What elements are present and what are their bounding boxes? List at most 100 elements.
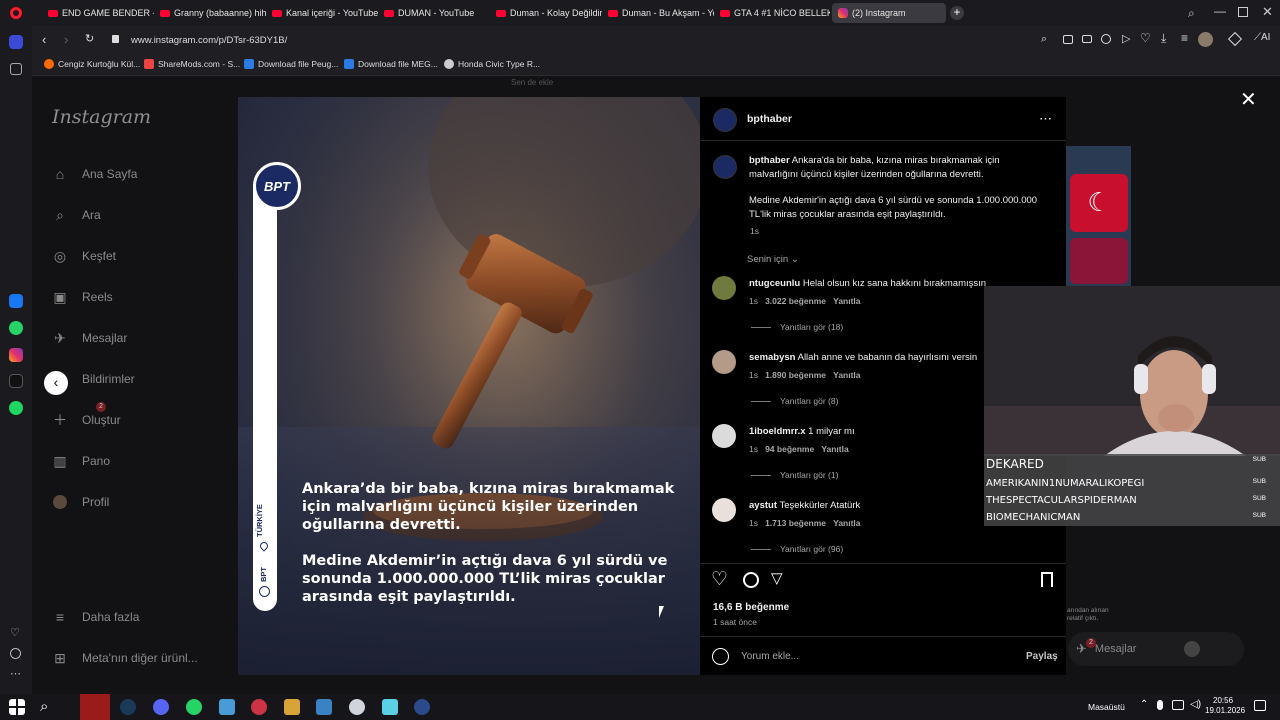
discord-icon[interactable] (153, 699, 169, 715)
new-tab-button[interactable]: + (950, 6, 964, 20)
app-icon[interactable] (251, 699, 267, 715)
tab-2[interactable]: Kanal içeriği - YouTube St (266, 3, 378, 23)
forward-icon[interactable]: › (64, 32, 68, 47)
app-icon[interactable] (316, 699, 332, 715)
more-icon[interactable]: ⋯ (10, 667, 21, 680)
instagram-icon[interactable] (9, 348, 23, 362)
extensions-icon[interactable] (1227, 31, 1243, 47)
heart-icon[interactable]: ♡ (10, 626, 20, 639)
nav-search[interactable]: ⌕ Ara (52, 207, 101, 223)
messenger-icon[interactable] (9, 294, 23, 308)
microphone-icon[interactable] (1157, 700, 1163, 710)
tab-1[interactable]: Granny (babaanne) hihi k (154, 3, 266, 23)
home-icon[interactable] (9, 35, 23, 49)
favorites-heart-icon[interactable]: ♡ (1140, 31, 1151, 45)
download-icon[interactable]: ⤓ (1161, 31, 1166, 46)
app-icon[interactable] (349, 699, 365, 715)
url-field[interactable]: www.instagram.com/p/DTsr-63DY1B/ (131, 35, 287, 46)
windows-start-icon[interactable] (9, 699, 25, 715)
steam-icon[interactable] (414, 699, 430, 715)
nav-more[interactable]: ≡ Daha fazla (52, 609, 139, 625)
comment-input[interactable]: Yorum ekle... (741, 651, 799, 662)
share-comment-button[interactable]: Paylaş (1026, 651, 1058, 662)
nav-reels[interactable]: ▣ Reels (52, 289, 112, 305)
comment-3-replies[interactable]: Yanıtları gör (96) (751, 544, 843, 554)
app-icon[interactable] (284, 699, 300, 715)
comment-avatar[interactable] (712, 350, 736, 374)
previous-post-button[interactable]: ‹ (44, 371, 68, 395)
profile-avatar[interactable] (1198, 32, 1213, 47)
nav-home[interactable]: ⌂ Ana Sayfa (52, 166, 138, 182)
volume-icon[interactable]: ◁) (1190, 699, 1201, 710)
search-icon[interactable]: ⌕ (40, 698, 48, 715)
tab-search-icon[interactable]: ⌕ (1188, 6, 1195, 21)
sort-dropdown[interactable]: Senin için ⌄ (747, 254, 799, 265)
close-window-button[interactable]: ✕ (1262, 4, 1273, 20)
comment-2-replies[interactable]: Yanıtları gör (1) (751, 470, 838, 480)
whatsapp-icon[interactable] (9, 321, 23, 335)
nav-explore[interactable]: ◎ Keşfet (52, 248, 116, 264)
star-icon[interactable] (10, 63, 22, 75)
maximize-button[interactable] (1238, 7, 1248, 17)
comment-icon[interactable] (743, 572, 759, 588)
caption-author[interactable]: bpthaber (749, 155, 790, 166)
lens-icon[interactable]: ⌕ (1041, 33, 1047, 46)
bookmark-0[interactable]: Cengiz Kurtoğlu Kül... (44, 59, 140, 69)
comment-avatar[interactable] (712, 276, 736, 300)
nav-profile[interactable]: Profil (52, 494, 109, 510)
screenshot-icon[interactable] (1063, 35, 1073, 44)
bookmark-icon[interactable] (1041, 572, 1053, 587)
nav-create[interactable]: ＋ Oluştur (52, 412, 121, 428)
camera-icon[interactable] (1082, 35, 1092, 43)
emoji-icon[interactable] (712, 648, 729, 665)
desktop-label[interactable]: Masaüstü (1088, 702, 1125, 712)
shield-icon[interactable] (1101, 34, 1111, 44)
close-modal-button[interactable]: ✕ (1240, 90, 1257, 110)
like-heart-icon[interactable]: ♡ (711, 568, 728, 591)
post-author[interactable]: bpthaber (747, 113, 792, 125)
tab-0[interactable]: END GAME BENDER - You (42, 3, 154, 23)
tab-instagram[interactable]: (2) Instagram (832, 3, 946, 23)
comment-avatar[interactable] (712, 498, 736, 522)
nav-dashboard[interactable]: ▥ Pano (52, 453, 110, 469)
bg-messages-pill[interactable]: ✈ Mesajlar (1068, 632, 1244, 666)
bookmark-1[interactable]: ShareMods.com - S... (144, 59, 240, 69)
tray-chevron-icon[interactable]: ⌃ (1140, 699, 1148, 710)
comment-0-replies[interactable]: Yanıtları gör (18) (751, 322, 843, 332)
nav-messages[interactable]: ✈ Mesajlar (52, 330, 127, 346)
tab-5[interactable]: Duman - Bu Akşam - You (602, 3, 714, 23)
steam-icon[interactable] (120, 699, 136, 715)
clock-date[interactable]: 19.01.2026 (1205, 706, 1245, 715)
opera-logo-icon[interactable] (10, 7, 22, 19)
nav-meta[interactable]: ⊞ Meta'nın diğer ürünl... (52, 650, 198, 666)
back-icon[interactable]: ‹ (42, 32, 46, 47)
spotify-icon[interactable] (9, 401, 23, 415)
clock-time[interactable]: 20:56 (1213, 696, 1233, 705)
comment-avatar[interactable] (712, 424, 736, 448)
author-avatar[interactable] (713, 108, 737, 132)
minimize-button[interactable]: — (1214, 4, 1226, 18)
more-options-icon[interactable]: ⋯ (1039, 111, 1052, 127)
tab-6[interactable]: GTA 4 #1 NİCO BELLEK - (714, 3, 830, 23)
ai-button[interactable]: ⟋AI (1254, 32, 1270, 43)
likes-count[interactable]: 16,6 B beğenme (713, 602, 789, 613)
play-icon[interactable]: ▷ (1122, 32, 1130, 45)
bookmark-4[interactable]: Honda Civic Type R... (444, 59, 540, 69)
whatsapp-icon[interactable] (186, 699, 202, 715)
tab-4[interactable]: Duman - Kolay Değildir - (490, 3, 602, 23)
menu-icon[interactable]: ≡ (1181, 31, 1188, 45)
caption-avatar[interactable] (713, 155, 737, 179)
notification-icon[interactable] (1254, 700, 1266, 711)
reload-icon[interactable]: ↻ (85, 32, 94, 45)
tiktok-icon[interactable] (9, 374, 23, 388)
opera-icon[interactable] (80, 694, 110, 720)
bookmark-2[interactable]: Download file Peug... (244, 59, 338, 69)
app-icon[interactable] (219, 699, 235, 715)
tab-3[interactable]: DUMAN - YouTube (378, 3, 490, 23)
share-icon[interactable]: ▽ (771, 569, 783, 587)
history-icon[interactable] (10, 648, 21, 659)
network-icon[interactable] (1172, 700, 1184, 710)
bookmark-3[interactable]: Download file MEG... (344, 59, 438, 69)
comment-1-replies[interactable]: Yanıtları gör (8) (751, 396, 838, 406)
app-icon[interactable] (382, 699, 398, 715)
